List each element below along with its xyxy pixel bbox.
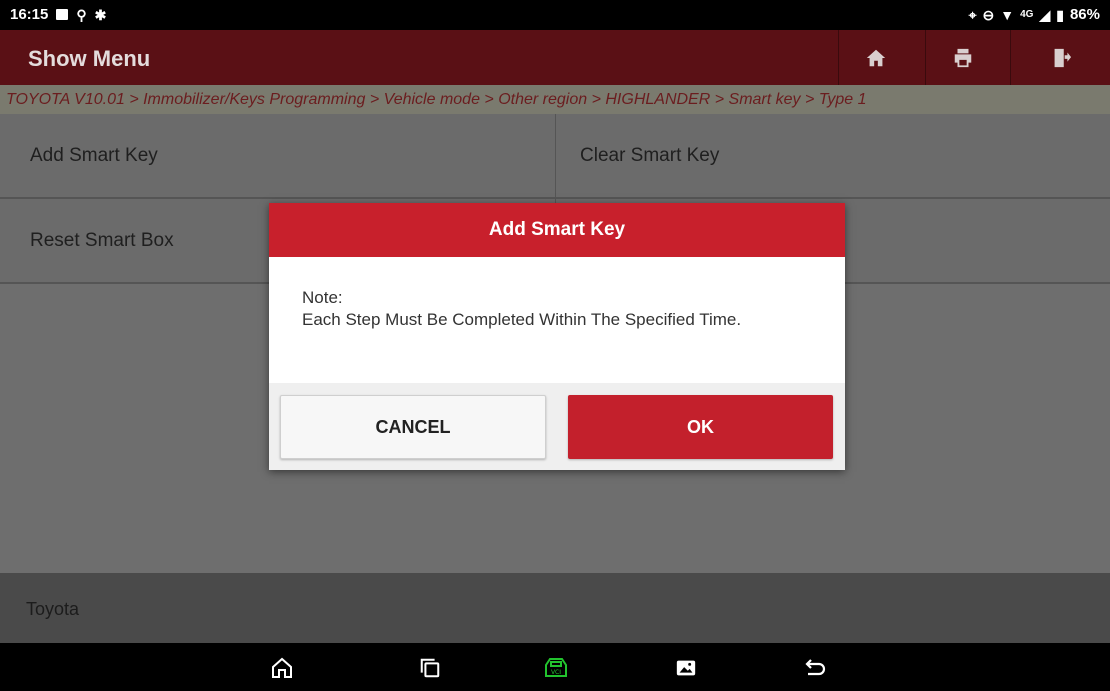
ok-button[interactable]: OK [568, 395, 833, 459]
wifi-icon: ▼ [1000, 6, 1015, 23]
print-button[interactable] [925, 30, 1000, 85]
svg-text:VCI: VCI [551, 669, 561, 676]
status-bar: 16:15 ⚲ ✱ ⌖ ⊖ ▼ 4G ◢ ▮ 86% [0, 0, 1110, 30]
footer-bar: Toyota [0, 573, 1110, 643]
gallery-icon [676, 660, 696, 676]
exit-icon [1054, 48, 1071, 67]
nav-home-icon [272, 657, 292, 678]
breadcrumb: TOYOTA V10.01 > Immobilizer/Keys Program… [0, 85, 1110, 114]
back-button[interactable] [795, 653, 835, 683]
exit-button[interactable] [1010, 30, 1110, 85]
do-not-disturb-icon: ⊖ [982, 6, 995, 23]
note-label: Note: [302, 288, 343, 307]
usb-icon: ⚲ [76, 6, 87, 23]
back-icon [805, 659, 826, 676]
menu-item-add-smart-key[interactable]: Add Smart Key [0, 114, 555, 197]
cancel-button[interactable]: CANCEL [280, 395, 546, 459]
signal-icon: ◢ [1039, 6, 1051, 23]
battery-level: 86% [1069, 6, 1100, 23]
recent-apps-button[interactable] [410, 653, 450, 683]
dialog-body: Note: Each Step Must Be Completed Within… [269, 257, 845, 383]
vci-button[interactable]: VCI [536, 653, 576, 683]
battery-icon: ▮ [1056, 6, 1064, 23]
dialog-message: Each Step Must Be Completed Within The S… [302, 310, 742, 329]
location-icon: ⌖ [968, 6, 977, 23]
menu-item-clear-smart-key[interactable]: Clear Smart Key [555, 114, 1110, 197]
recent-apps-icon [420, 658, 440, 678]
print-icon [954, 48, 972, 67]
dialog-actions: CANCEL OK [269, 383, 845, 470]
image-notification-icon [56, 9, 69, 20]
network-type: 4G [1020, 9, 1034, 20]
dialog-title: Add Smart Key [269, 203, 845, 257]
home-button[interactable] [838, 30, 913, 85]
navigation-bar: VCI [0, 643, 1110, 691]
home-icon [866, 49, 886, 66]
nav-home-button[interactable] [262, 653, 302, 683]
vci-icon: VCI [545, 658, 567, 677]
status-time: 16:15 [10, 6, 49, 23]
app-header: Show Menu [0, 30, 1110, 85]
footer-label: Toyota [26, 599, 80, 619]
page-title: Show Menu [28, 46, 151, 71]
add-smart-key-dialog: Add Smart Key Note: Each Step Must Be Co… [269, 203, 845, 470]
gallery-button[interactable] [666, 653, 706, 683]
bluetooth-icon: ✱ [94, 6, 107, 23]
